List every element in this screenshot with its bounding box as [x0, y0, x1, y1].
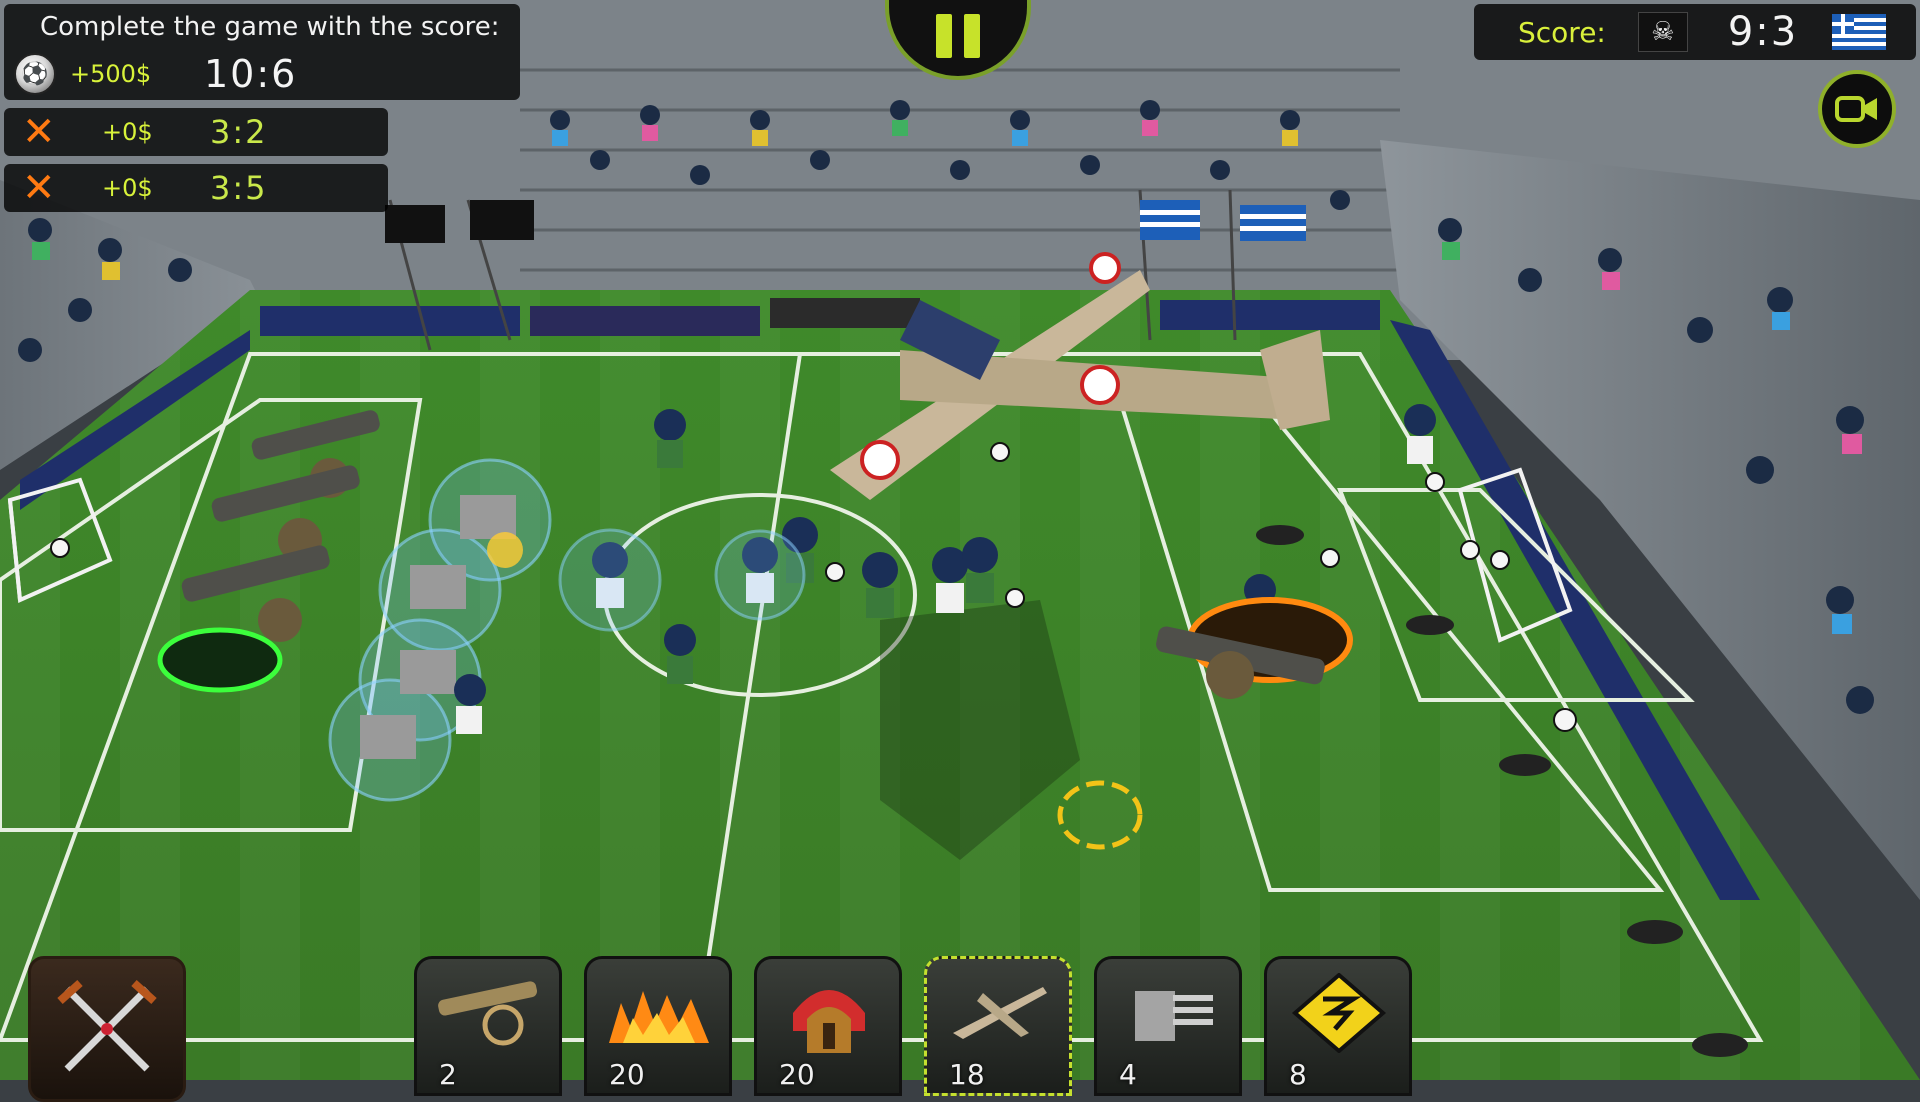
objectives-panel: Complete the game with the score: ⚽ +500…: [4, 4, 520, 212]
spartan-helmet-icon: [793, 990, 865, 1053]
objective-reward: +0$: [102, 174, 153, 202]
fire-icon: [609, 991, 709, 1043]
tool-count: 8: [1289, 1058, 1307, 1091]
pause-icon: [936, 14, 980, 58]
airplane-icon: [953, 987, 1047, 1039]
objective-reward: +0$: [102, 118, 153, 146]
score-label: Score:: [1518, 15, 1606, 49]
cross-icon: ✕: [22, 109, 56, 155]
objective-row: ✕ +0$ 3:2: [4, 108, 388, 156]
fire-tool-button[interactable]: 20: [584, 956, 732, 1096]
cannon-icon: [438, 981, 538, 1046]
objectives-title: Complete the game with the score:: [40, 12, 500, 42]
turret-tool-button[interactable]: 4: [1094, 956, 1242, 1096]
objective-score: 10:6: [204, 52, 298, 96]
objective-reward: +500$: [70, 60, 152, 88]
spartan-tool-button[interactable]: 20: [754, 956, 902, 1096]
turret-icon: [1135, 991, 1213, 1041]
tool-count: 2: [439, 1058, 457, 1091]
video-camera-icon: [1835, 96, 1877, 122]
tornado-sign-icon: [1291, 973, 1387, 1053]
objective-main: Complete the game with the score: ⚽ +500…: [4, 4, 520, 100]
tool-count: 18: [949, 1058, 985, 1091]
tool-count: 20: [779, 1058, 815, 1091]
airplane-tool-button[interactable]: 18: [924, 956, 1072, 1096]
pirate-flag-icon: ☠: [1637, 12, 1688, 52]
score-value: 9:3: [1727, 9, 1799, 55]
greece-flag-icon: [1832, 14, 1887, 50]
football-icon: ⚽: [14, 53, 56, 95]
cross-icon: ✕: [22, 165, 56, 211]
special-attack-button[interactable]: [28, 956, 186, 1102]
objective-score: 3:2: [210, 113, 268, 151]
objective-score: 3:5: [210, 169, 268, 207]
crossed-swords-icon: [57, 980, 157, 1072]
camera-button[interactable]: [1818, 70, 1896, 148]
objective-row: ✕ +0$ 3:5: [4, 164, 388, 212]
tornado-tool-button[interactable]: 8: [1264, 956, 1412, 1096]
cannon-tool-button[interactable]: 2: [414, 956, 562, 1096]
tool-count: 4: [1119, 1058, 1137, 1091]
tool-count: 20: [609, 1058, 645, 1091]
score-panel: Score: ☠ 9:3: [1474, 4, 1916, 60]
